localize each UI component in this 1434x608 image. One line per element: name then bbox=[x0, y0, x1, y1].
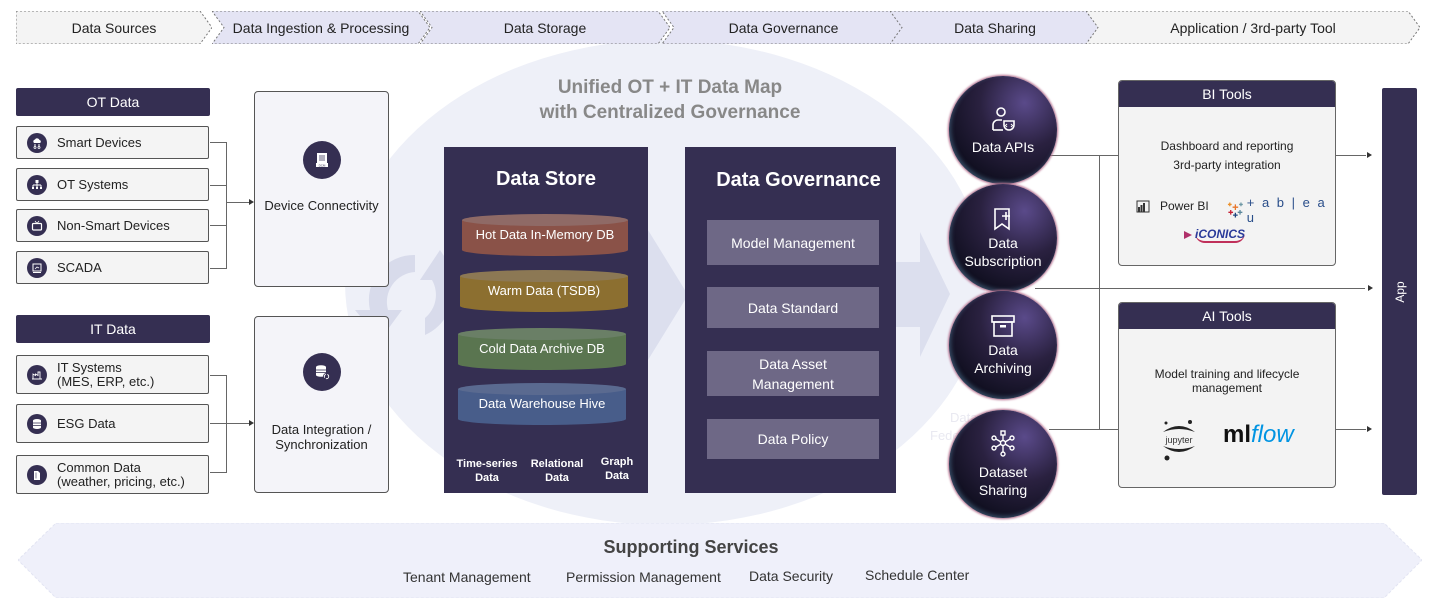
connector bbox=[226, 202, 250, 203]
cloud-devices-icon bbox=[27, 132, 47, 153]
diagram-title: Unified OT + IT Data Map with Centralize… bbox=[539, 77, 801, 123]
storage-layer[interactable]: Cold Data Archive DB bbox=[458, 328, 626, 370]
connector bbox=[1336, 429, 1366, 430]
data-integration-label: Data Integration / Synchronization bbox=[271, 422, 372, 452]
flow-arrow-icon bbox=[895, 232, 950, 357]
connector bbox=[210, 185, 227, 186]
powerbi-icon bbox=[1136, 200, 1150, 213]
bookmark-plus-icon bbox=[994, 208, 1010, 231]
sharing-data-apis[interactable]: Data APIs bbox=[949, 76, 1057, 184]
database-icon bbox=[27, 413, 47, 434]
tv-icon bbox=[27, 215, 47, 236]
it-data-header: IT Data bbox=[16, 315, 210, 343]
source-common-data[interactable]: Common Data (weather, pricing, etc.) bbox=[16, 455, 209, 494]
storage-layer[interactable]: Hot Data In-Memory DB bbox=[462, 214, 628, 256]
jupyter-icon: jupyter bbox=[1163, 420, 1195, 461]
source-smart-devices[interactable]: Smart Devices bbox=[16, 126, 209, 159]
service-schedule-center[interactable]: Schedule Center bbox=[865, 567, 969, 583]
connector bbox=[210, 423, 250, 424]
dcm-icon: DCM bbox=[302, 141, 341, 179]
data-type-time-series: Time-series Data bbox=[456, 458, 518, 484]
hierarchy-icon bbox=[27, 174, 47, 195]
app-bar[interactable]: App bbox=[1382, 88, 1417, 495]
source-non-smart-devices[interactable]: Non-Smart Devices bbox=[16, 209, 209, 242]
supporting-services-title: Supporting Services bbox=[603, 537, 779, 557]
device-connectivity-box[interactable]: DCM Device Connectivity bbox=[254, 91, 389, 287]
ai-tools-header: AI Tools bbox=[1119, 303, 1335, 329]
powerbi-logo: Power BI bbox=[1135, 198, 1209, 214]
governance-item[interactable]: Data Standard bbox=[707, 287, 879, 328]
data-type-graph: Graph Data bbox=[600, 456, 634, 482]
iconics-logo: iCONICS bbox=[1183, 227, 1246, 243]
connector bbox=[210, 142, 227, 143]
ai-tools-box[interactable]: AI Tools Model training and lifecycle ma… bbox=[1118, 302, 1336, 488]
stage-data-sharing[interactable]: Data Sharing bbox=[890, 11, 1100, 44]
data-store-panel: Data Store Hot Data In-Memory DB Warm Dat… bbox=[444, 147, 648, 493]
stage-data-ingestion-processing[interactable]: Data Ingestion & Processing bbox=[212, 11, 430, 44]
connector bbox=[1099, 155, 1100, 429]
data-store-title: Data Store bbox=[495, 168, 597, 190]
bi-tools-box[interactable]: BI Tools Dashboard and reporting 3rd-par… bbox=[1118, 80, 1336, 266]
svg-text:DCM: DCM bbox=[318, 163, 325, 167]
connector bbox=[226, 375, 227, 473]
storage-layer[interactable]: Warm Data (TSDB) bbox=[460, 270, 628, 312]
source-scada[interactable]: SCADA bbox=[16, 251, 209, 284]
jupyter-logo: jupyter bbox=[1157, 418, 1201, 462]
governance-item[interactable]: Model Management bbox=[707, 220, 879, 265]
bi-tools-header: BI Tools bbox=[1119, 81, 1335, 107]
arrowhead bbox=[1367, 426, 1372, 432]
archive-box-icon bbox=[991, 315, 1015, 337]
connector bbox=[210, 268, 227, 269]
stage-data-storage[interactable]: Data Storage bbox=[420, 11, 670, 44]
service-tenant-management[interactable]: Tenant Management bbox=[403, 569, 531, 585]
connector bbox=[1336, 155, 1366, 156]
stage-data-governance[interactable]: Data Governance bbox=[662, 11, 905, 44]
sharing-data-subscription[interactable]: Data Subscription bbox=[949, 184, 1057, 292]
sharing-dataset-sharing[interactable]: Dataset Sharing bbox=[949, 410, 1057, 518]
factory-icon bbox=[27, 364, 47, 385]
tableau-logo: + a b | e a u bbox=[1227, 195, 1335, 225]
service-data-security[interactable]: Data Security bbox=[749, 568, 833, 584]
bi-tools-description: Dashboard and reporting 3rd-party integr… bbox=[1160, 139, 1294, 172]
ot-data-header: OT Data bbox=[16, 88, 210, 116]
ai-tools-description: Model training and lifecycle management bbox=[1154, 367, 1300, 395]
stage-application-3rd-party-tool[interactable]: Application / 3rd-party Tool bbox=[1086, 11, 1420, 44]
monitor-icon bbox=[27, 257, 47, 278]
connector bbox=[210, 375, 227, 376]
stage-data-sources[interactable]: Data Sources bbox=[16, 11, 212, 44]
device-connectivity-label: Device Connectivity bbox=[264, 198, 379, 213]
supporting-services-band bbox=[18, 523, 1422, 598]
flow-arrow-icon bbox=[648, 230, 688, 360]
governance-item[interactable]: Data Policy bbox=[707, 419, 879, 459]
storage-layer[interactable]: Data Warehouse Hive bbox=[458, 383, 626, 425]
data-governance-panel: Data Governance Model Management Data Sta… bbox=[685, 147, 896, 493]
tableau-icon bbox=[1227, 202, 1243, 218]
mlflow-logo: mlflow bbox=[1223, 421, 1294, 448]
service-permission-management[interactable]: Permission Management bbox=[566, 569, 721, 585]
data-integration-box[interactable]: Data Integration / Synchronization bbox=[254, 316, 389, 493]
connector bbox=[210, 472, 227, 473]
connector bbox=[1049, 429, 1118, 430]
source-esg-data[interactable]: ESG Data bbox=[16, 404, 209, 443]
api-user-icon bbox=[992, 107, 1015, 131]
svg-text:jupyter: jupyter bbox=[1164, 435, 1192, 445]
network-nodes-icon bbox=[991, 430, 1015, 457]
connector bbox=[210, 225, 227, 226]
database-sync-icon bbox=[302, 353, 341, 391]
source-ot-systems[interactable]: OT Systems bbox=[16, 168, 209, 201]
connector bbox=[1045, 155, 1118, 156]
governance-item[interactable]: Data Asset Management bbox=[707, 351, 879, 396]
arrowhead bbox=[1368, 285, 1373, 291]
data-type-relational: Relational Data bbox=[530, 458, 584, 484]
connector bbox=[226, 142, 227, 269]
arrowhead bbox=[1367, 152, 1372, 158]
connector bbox=[1035, 288, 1365, 289]
data-governance-title: Data Governance bbox=[716, 169, 881, 191]
play-triangle-icon bbox=[1184, 231, 1192, 239]
document-icon bbox=[27, 464, 47, 485]
source-it-systems[interactable]: IT Systems (MES, ERP, etc.) bbox=[16, 355, 209, 394]
sharing-data-archiving[interactable]: Data Archiving bbox=[949, 291, 1057, 399]
